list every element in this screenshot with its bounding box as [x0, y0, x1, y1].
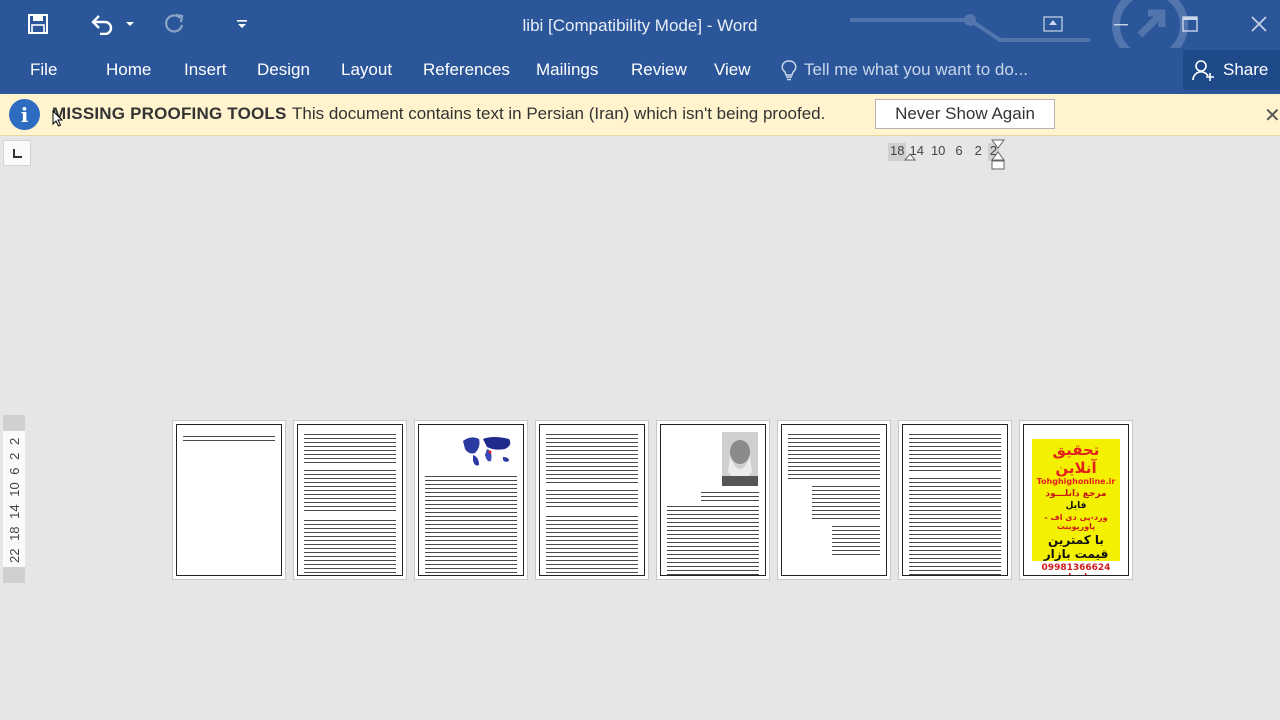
- portrait-photo-image: [722, 432, 758, 486]
- tab-layout[interactable]: Layout: [341, 60, 392, 80]
- tab-references[interactable]: References: [423, 60, 510, 80]
- page-border: [418, 424, 524, 576]
- page-border: [176, 424, 282, 576]
- tab-file[interactable]: File: [30, 60, 57, 80]
- message-bar: i MISSING PROOFING TOOLS This document c…: [0, 94, 1280, 136]
- tell-me-search[interactable]: Tell me what you want to do...: [780, 59, 1028, 81]
- ribbon-tab-bar: File Home Insert Design Layout Reference…: [0, 48, 1280, 94]
- text-lines: [304, 519, 396, 575]
- page-thumbnail-5[interactable]: [656, 420, 770, 580]
- ruler-tick: 6: [955, 143, 963, 158]
- text-lines: [546, 433, 638, 485]
- ruler-margin-top: [3, 415, 25, 431]
- tab-stop-selector[interactable]: [3, 140, 31, 166]
- info-icon: i: [9, 99, 40, 130]
- tab-mailings[interactable]: Mailings: [536, 60, 598, 80]
- never-show-again-button[interactable]: Never Show Again: [875, 99, 1055, 129]
- text-lines: [546, 489, 638, 509]
- page-border: [539, 424, 645, 576]
- title-bar: libi [Compatibility Mode] - Word: [0, 0, 1280, 48]
- text-lines: [304, 433, 396, 463]
- ribbon-display-options-button[interactable]: [1030, 8, 1076, 40]
- ruler-tick: 10: [930, 143, 946, 158]
- tab-insert[interactable]: Insert: [184, 60, 227, 80]
- ad-line: فایل: [1065, 501, 1087, 511]
- tell-me-placeholder: Tell me what you want to do...: [804, 60, 1028, 79]
- vertical-ruler: 22 18 14 10 6 2 2: [3, 415, 25, 583]
- page-thumbnail-6[interactable]: [777, 420, 891, 580]
- ad-line: مرجع دانلـــود: [1045, 489, 1107, 499]
- page-thumbnail-2[interactable]: [293, 420, 407, 580]
- text-lines: [546, 515, 638, 575]
- minimize-icon: [1114, 24, 1128, 26]
- close-button[interactable]: [1236, 8, 1280, 40]
- ribbon-display-icon: [1043, 16, 1063, 32]
- window-title: libi [Compatibility Mode] - Word: [522, 16, 758, 35]
- close-icon: [1251, 16, 1267, 32]
- ad-line: با کمترین قیمت بازار: [1043, 533, 1109, 561]
- vertical-ruler-ticks: 22 18 14 10 6 2 2: [7, 437, 22, 563]
- text-lines: [788, 433, 880, 479]
- text-lines: [304, 469, 396, 513]
- close-message-icon[interactable]: ✕: [1264, 103, 1280, 128]
- share-button[interactable]: Share: [1183, 50, 1280, 90]
- tab-home[interactable]: Home: [106, 60, 151, 80]
- person-add-icon: [1192, 60, 1214, 81]
- page-thumbnail-3[interactable]: [414, 420, 528, 580]
- ad-website: Tohghighonline.ir: [1036, 477, 1116, 486]
- message-text: This document contains text in Persian (…: [292, 104, 826, 123]
- text-lines: [701, 491, 759, 501]
- ruler-margin-bottom: [3, 567, 25, 583]
- ad-phone: 09981366624 واتساپ: [1041, 563, 1111, 575]
- ruler-tick: 2: [974, 143, 982, 158]
- maximize-button[interactable]: [1167, 8, 1213, 40]
- page-thumbnail-1[interactable]: [172, 420, 286, 580]
- world-map-image: [463, 437, 511, 466]
- text-lines: [667, 505, 759, 575]
- text-lines: [183, 435, 275, 443]
- left-indent-marker-icon[interactable]: [903, 153, 917, 163]
- lightbulb-icon: [781, 60, 797, 81]
- left-tab-icon: [13, 149, 22, 158]
- ad-line: ورد-پی دی اف - پاورپوینت: [1044, 513, 1108, 531]
- tab-view[interactable]: View: [714, 60, 751, 80]
- page-border: [660, 424, 766, 576]
- text-lines: [425, 475, 517, 575]
- advertisement-banner: تحقیق آنلاین Tohghighonline.ir مرجع دانل…: [1032, 439, 1120, 575]
- page-border: [297, 424, 403, 576]
- page-thumbnail-7[interactable]: [898, 420, 1012, 580]
- text-lines: [909, 477, 1001, 575]
- text-lines: [832, 525, 880, 555]
- page-border: [902, 424, 1008, 576]
- text-lines: [909, 433, 1001, 473]
- mouse-cursor-icon: [52, 110, 64, 127]
- page-thumbnail-8[interactable]: تحقیق آنلاین Tohghighonline.ir مرجع دانل…: [1019, 420, 1133, 580]
- page-border: [781, 424, 887, 576]
- right-indent-marker-icon[interactable]: [990, 139, 1006, 171]
- share-label: Share: [1223, 60, 1269, 79]
- text-lines: [812, 485, 880, 521]
- minimize-button[interactable]: [1098, 8, 1144, 40]
- maximize-icon: [1182, 16, 1198, 32]
- page-thumbnail-4[interactable]: [535, 420, 649, 580]
- tab-design[interactable]: Design: [257, 60, 310, 80]
- message-title: MISSING PROOFING TOOLS: [52, 104, 287, 123]
- ad-title: تحقیق آنلاین: [1052, 441, 1100, 477]
- tab-review[interactable]: Review: [631, 60, 687, 80]
- page-border: تحقیق آنلاین Tohghighonline.ir مرجع دانل…: [1023, 424, 1129, 576]
